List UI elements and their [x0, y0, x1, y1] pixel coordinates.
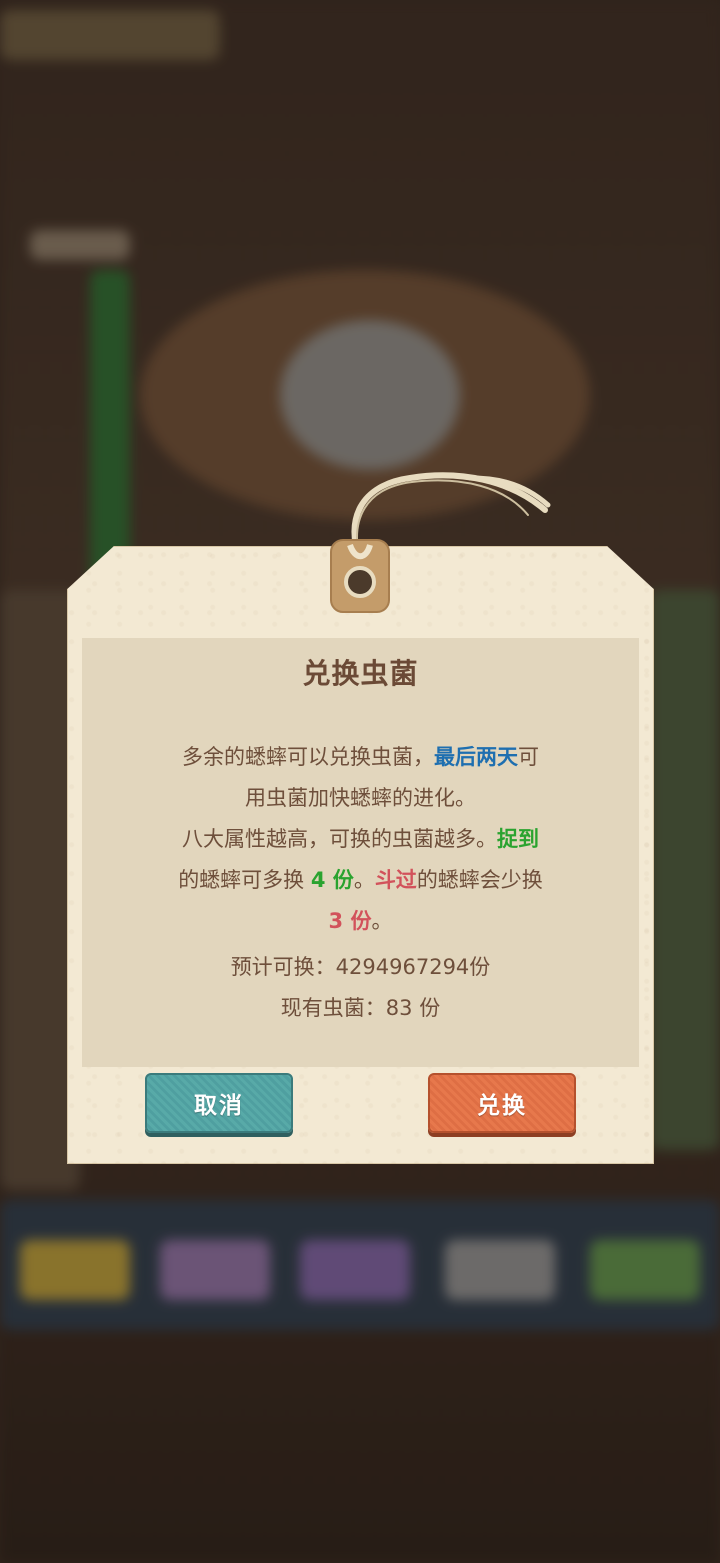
dialog-description: 多余的蟋蟀可以兑换虫菌，最后两天可 用虫菌加快蟋蟀的进化。 八大属性越高，可换的…: [140, 737, 581, 942]
owned-fungus-count: 现有虫菌：83 份: [280, 996, 441, 1020]
desc-line-1: 多余的蟋蟀可以兑换虫菌，最后两天可: [182, 745, 539, 769]
cancel-button[interactable]: 取消: [145, 1073, 293, 1133]
highlight-minus-three: 3 份: [328, 909, 372, 933]
desc-line-4: 的蟋蟀可多换 4 份。斗过的蟋蟀会少换: [178, 868, 543, 892]
desc-line-3: 八大属性越高，可换的虫菌越多。捉到: [182, 827, 539, 851]
desc-line-5: 3 份。: [328, 909, 393, 933]
highlight-fought: 斗过: [374, 868, 417, 892]
highlight-caught: 捉到: [497, 827, 539, 851]
highlight-plus-four: 4 份: [310, 868, 354, 892]
estimated-exchange: 预计可换：4294967294份: [230, 955, 491, 979]
desc-line-2: 用虫菌加快蟋蟀的进化。: [245, 786, 476, 810]
dialog-title: 兑换虫菌: [302, 657, 419, 690]
exchange-button[interactable]: 兑换: [428, 1073, 576, 1133]
exchange-button-label: 兑换: [477, 1093, 527, 1119]
highlight-last-two-days: 最后两天: [434, 745, 518, 769]
cancel-button-label: 取消: [194, 1093, 244, 1119]
